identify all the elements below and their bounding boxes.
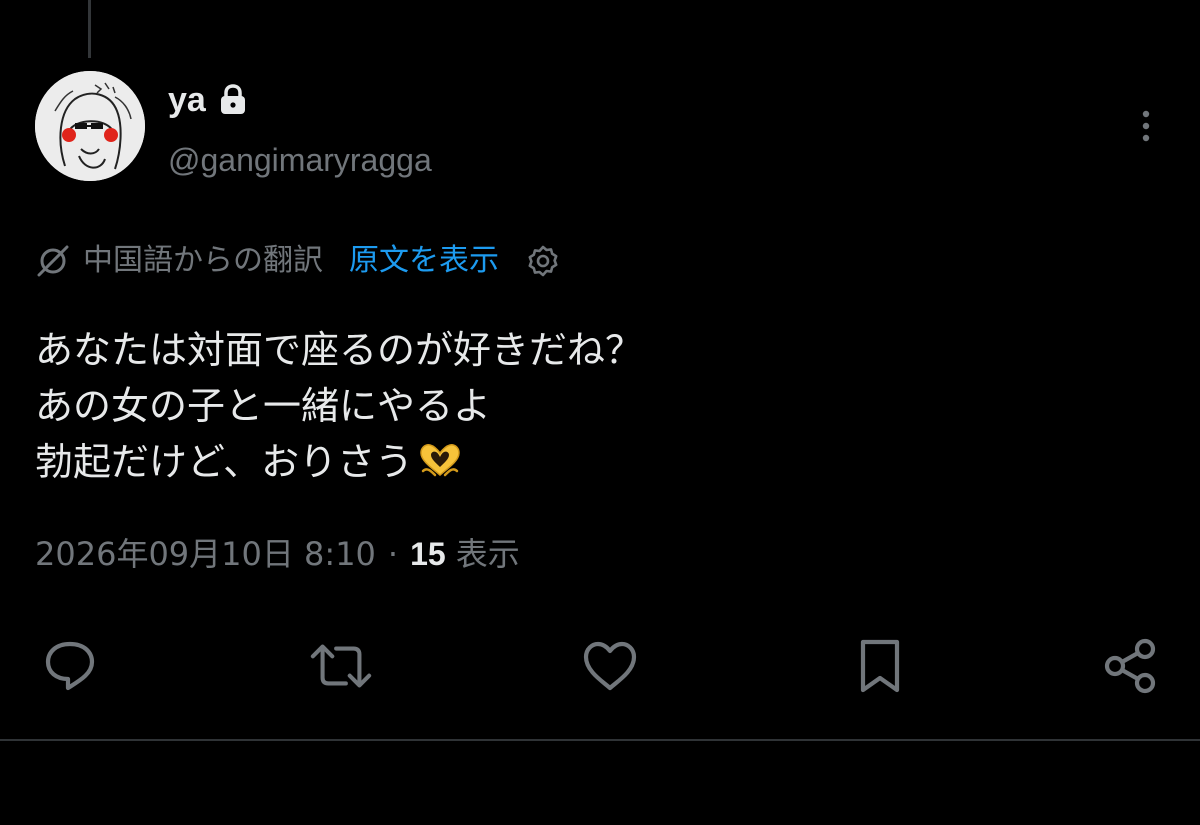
translation-bar: 中国語からの翻訳 原文を表示 [35, 238, 561, 284]
tweet-body: あなたは対面で座るのが好きだね？ あの女の子と一緒にやるよ 勃起だけど、おりさう [35, 322, 1155, 496]
author-display-name[interactable]: ya [168, 78, 206, 122]
tweet-text-line-2: あの女の子と一緒にやるよ [35, 384, 492, 428]
tweet-meta: 2026年09月10日 8:10 · 15 表示 [35, 530, 520, 578]
bottom-divider [0, 739, 1200, 741]
translate-icon [35, 243, 71, 279]
retweet-icon [310, 644, 372, 688]
reply-button[interactable] [38, 634, 102, 698]
thread-connector-line [88, 0, 91, 58]
tweet-text-line-3: 勃起だけど、おりさう [35, 434, 1155, 496]
avatar[interactable] [35, 71, 145, 181]
settings-icon[interactable] [525, 243, 561, 279]
view-count[interactable]: 15 [410, 530, 446, 578]
more-vertical-icon [1142, 110, 1150, 142]
more-options-button[interactable] [1126, 104, 1166, 148]
heart-hands-emoji-icon [417, 440, 463, 496]
comment-icon [45, 641, 95, 691]
share-icon [1104, 638, 1156, 694]
bookmark-icon [860, 639, 900, 693]
bookmark-button[interactable] [848, 634, 912, 698]
translated-from-label: 中国語からの翻訳 [83, 243, 323, 278]
like-button[interactable] [578, 634, 642, 698]
avatar-drawing-icon [35, 71, 145, 181]
tweet-text-line-1: あなたは対面で座るのが好きだね？ [35, 328, 644, 372]
action-bar [0, 630, 1200, 700]
retweet-button[interactable] [309, 634, 373, 698]
meta-separator: · [387, 535, 399, 573]
tweet-text-line-3-text: 勃起だけど、おりさう [35, 440, 414, 484]
show-original-link[interactable]: 原文を表示 [349, 238, 499, 284]
author-name-row: ya [168, 78, 248, 122]
tweet-timestamp[interactable]: 2026年09月10日 8:10 [35, 530, 376, 578]
share-button[interactable] [1098, 634, 1162, 698]
author-handle[interactable]: @gangimaryragga [168, 138, 432, 182]
view-label: 表示 [455, 535, 520, 573]
lock-icon [218, 83, 248, 117]
heart-icon [583, 641, 637, 691]
